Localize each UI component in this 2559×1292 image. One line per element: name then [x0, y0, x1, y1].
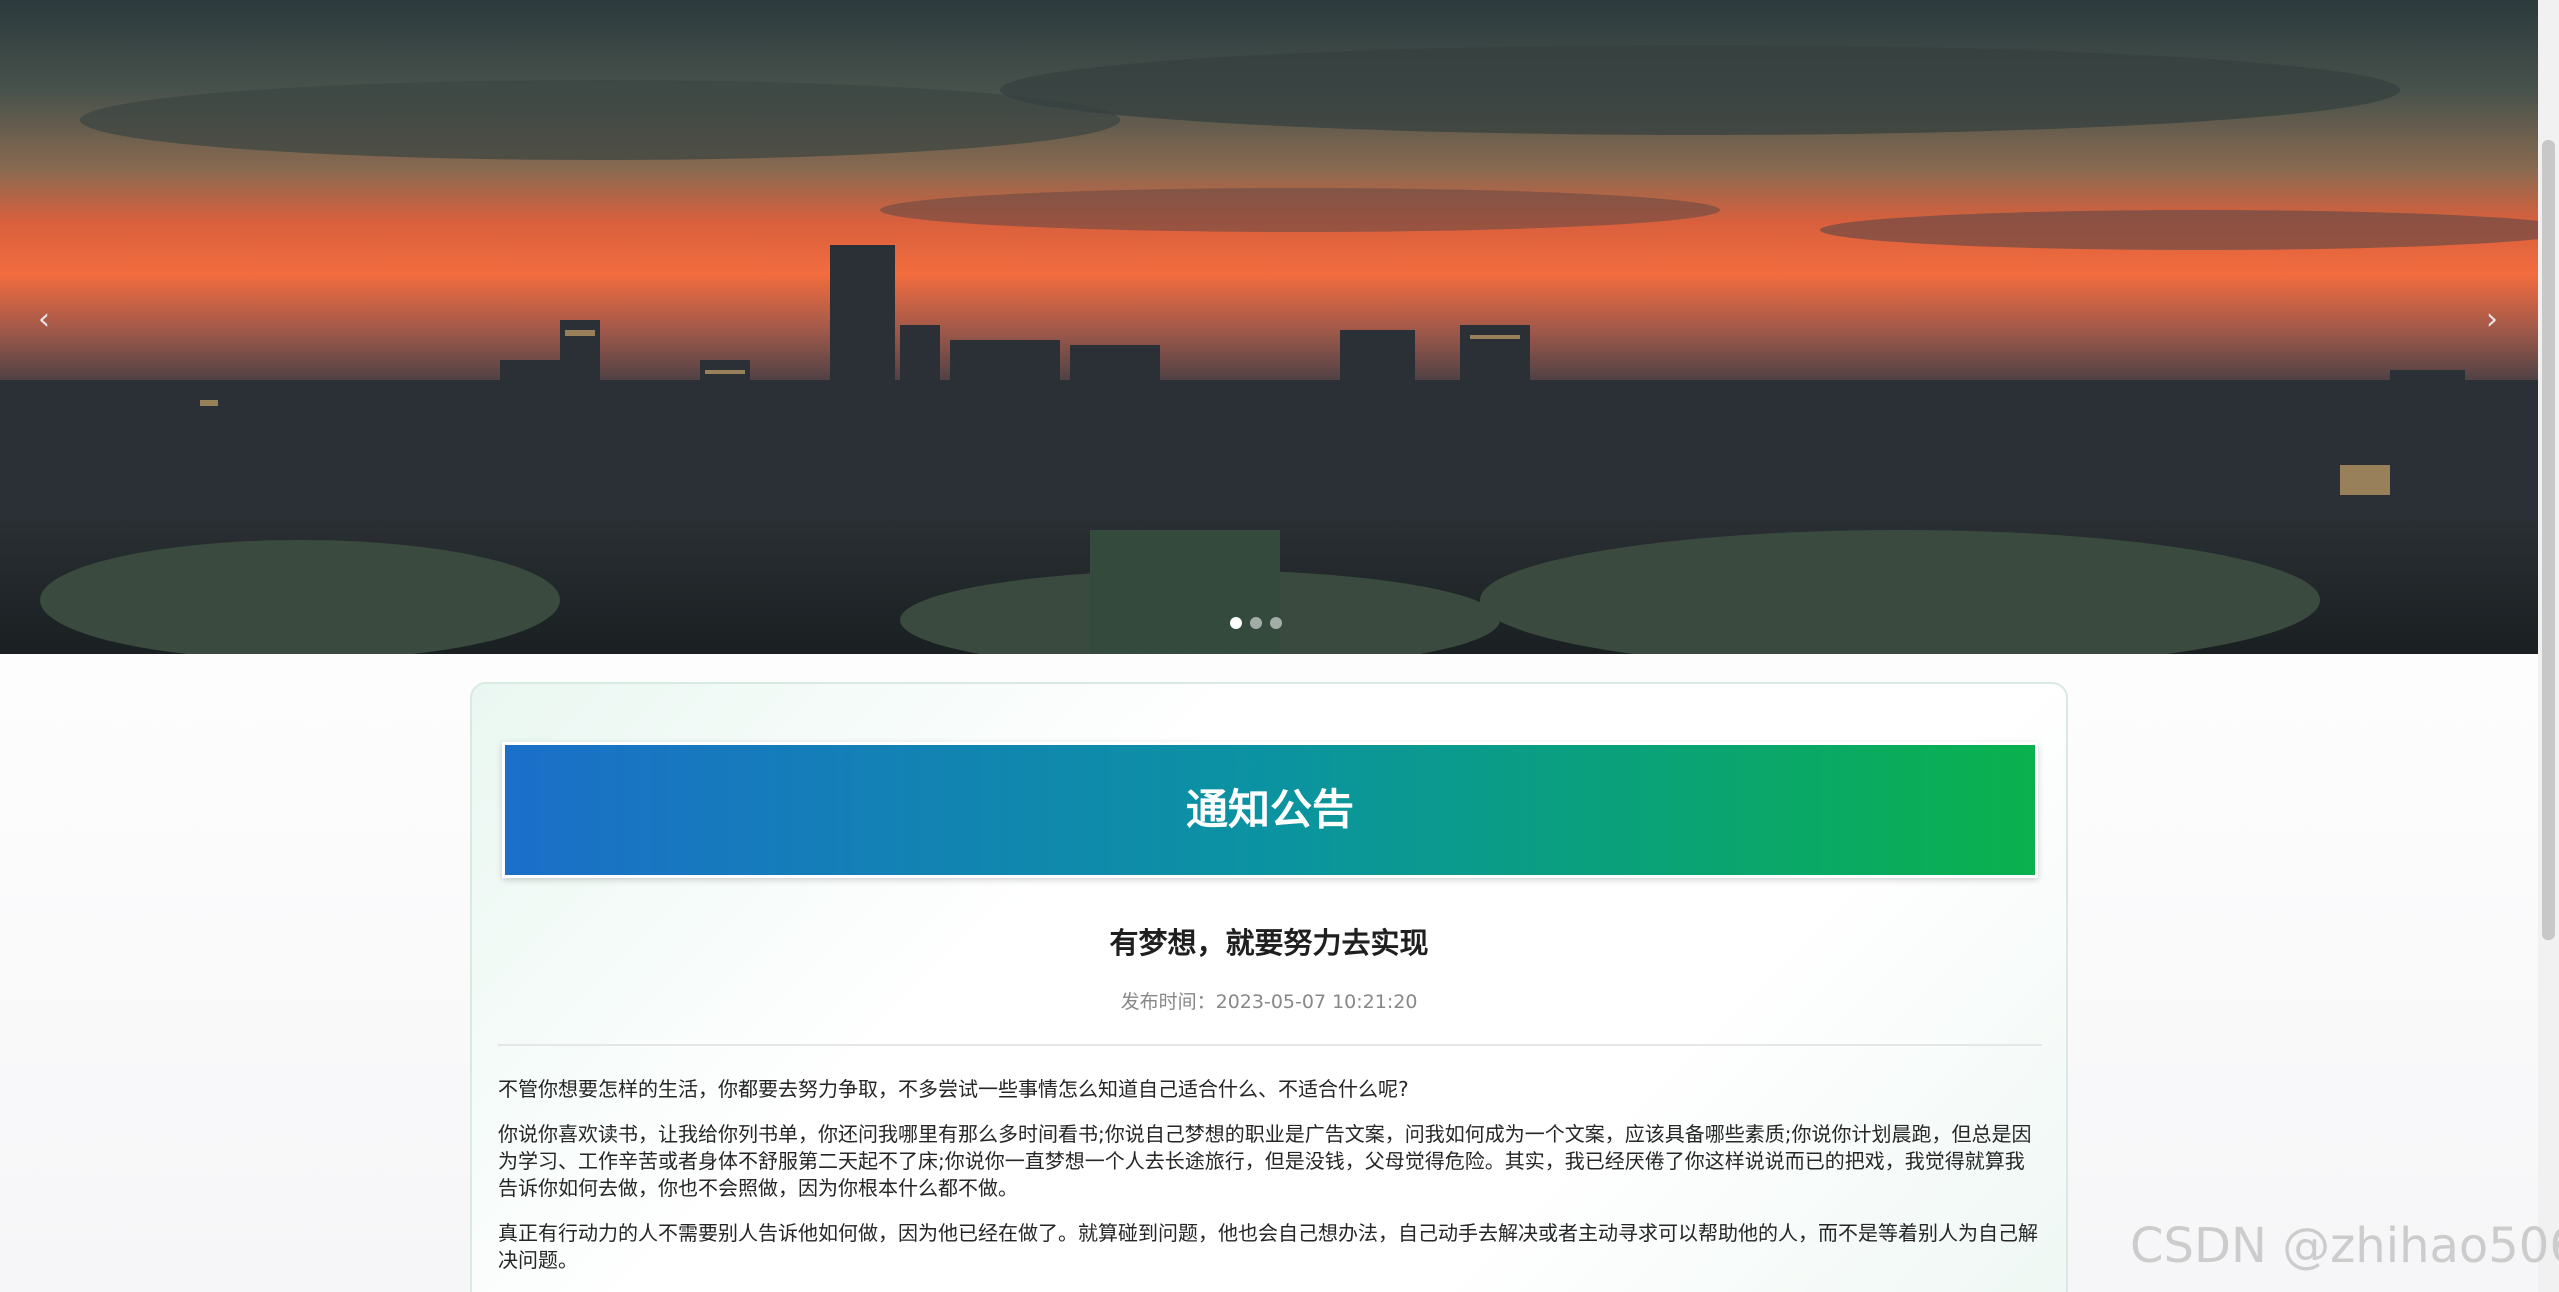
page-scrollbar[interactable]	[2538, 0, 2559, 1292]
hero-carousel[interactable]: ‹ ›	[0, 0, 2538, 654]
carousel-next-button[interactable]: ›	[2472, 300, 2512, 340]
scrollbar-thumb[interactable]	[2542, 140, 2555, 940]
watermark-text: CSDN @zhihao506	[2130, 1218, 2559, 1274]
carousel-indicators	[1230, 617, 1282, 629]
article-paragraph: 真正有行动力的人不需要别人告诉他如何做，因为他已经在做了。就算碰到问题，他也会自…	[498, 1221, 2038, 1272]
publish-time-value: 2023-05-07 10:21:20	[1215, 991, 1418, 1013]
carousel-dot[interactable]	[1270, 617, 1282, 629]
carousel-dot[interactable]	[1230, 617, 1242, 629]
notice-banner-title: 通知公告	[502, 742, 2038, 878]
publish-time-label: 发布时间：	[1120, 991, 1216, 1013]
article-title: 有梦想，就要努力去实现	[1109, 926, 1429, 960]
article-body: 不管你想要怎样的生活，你都要去努力争取，不多尝试一些事情怎么知道自己适合什么、不…	[498, 1076, 2042, 1292]
city-skyline-image	[0, 0, 2538, 654]
article-paragraph: 不管你想要怎样的生活，你都要去努力争取，不多尝试一些事情怎么知道自己适合什么、不…	[498, 1077, 1409, 1101]
publish-time: 发布时间：2023-05-07 10:21:20	[472, 987, 2066, 1014]
article-paragraph: 你说你喜欢读书，让我给你列书单，你还问我哪里有那么多时间看书;你说自己梦想的职业…	[498, 1122, 2032, 1200]
notice-card: 通知公告 有梦想，就要努力去实现 发布时间：2023-05-07 10:21:2…	[470, 682, 2068, 1292]
carousel-prev-button[interactable]: ‹	[24, 300, 64, 340]
carousel-dot[interactable]	[1250, 617, 1262, 629]
divider	[498, 1044, 2042, 1046]
